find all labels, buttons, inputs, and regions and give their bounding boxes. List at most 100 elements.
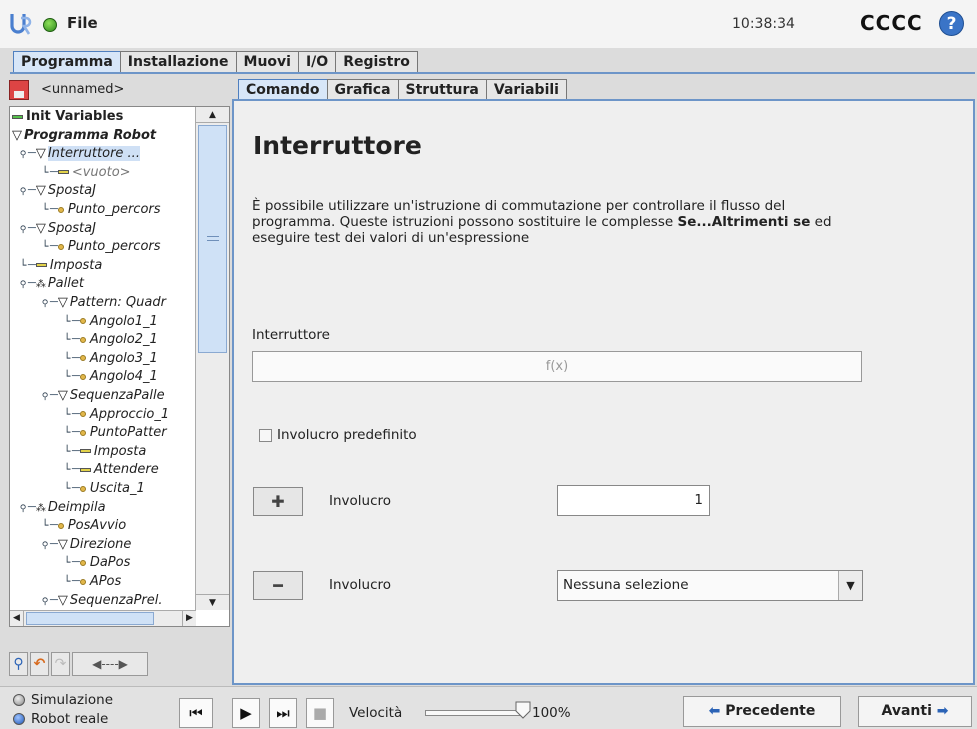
scroll-thumb[interactable] (198, 125, 227, 353)
tab-variabili[interactable]: Variabili (485, 79, 567, 100)
tree-node[interactable]: └ ─ Approccio_1 (62, 406, 169, 424)
tree-line-icon: ─ (28, 257, 36, 273)
next-label: Avanti (881, 703, 932, 719)
program-tree-panel: <unnamed> Init Variables ▽ Programma Robot… (8, 78, 230, 679)
expand-triangle-icon: ▽ (57, 592, 68, 608)
tree-node[interactable]: ⚲ ─▽ SequenzaPalle (40, 387, 165, 405)
tree-node[interactable]: └ ─ Punto_percors (40, 238, 161, 256)
case-select-dropdown[interactable]: Nessuna selezione ▼ (557, 570, 863, 601)
tab-installazione[interactable]: Installazione (119, 51, 237, 73)
mode-simulation-option[interactable]: Simulazione (13, 692, 113, 708)
default-case-checkbox[interactable] (259, 428, 272, 442)
real-robot-radio-icon[interactable] (13, 713, 25, 725)
tree-node[interactable]: └ ─ Angolo2_1 (62, 331, 158, 349)
save-icon[interactable] (9, 80, 29, 100)
expand-triangle-icon: ▽ (35, 183, 46, 199)
play-icon[interactable]: ▶ (232, 698, 260, 728)
tree-node[interactable]: ▽ Programma Robot (12, 127, 156, 145)
waypoint-icon (79, 485, 86, 492)
next-button[interactable]: Avanti ➡ (858, 696, 972, 727)
tree-node[interactable]: Init Variables (12, 108, 123, 126)
speed-slider[interactable] (425, 710, 523, 716)
tab-struttura[interactable]: Struttura (397, 79, 487, 100)
tree-node[interactable]: └ ─ APos (62, 573, 122, 591)
tree-line-icon: ─ (72, 462, 80, 478)
waypoint-icon (79, 578, 86, 585)
add-case-button[interactable]: ✚ (253, 487, 303, 516)
simulation-radio-icon[interactable] (13, 694, 25, 706)
tree-line-icon: ─ (72, 425, 80, 441)
rewind-icon[interactable]: ⏮ (179, 698, 213, 728)
help-icon[interactable]: ? (939, 11, 964, 36)
expand-triangle-icon: ▽ (57, 388, 68, 403)
scroll-thumb[interactable] (26, 612, 154, 625)
default-case-option[interactable]: Involucro predefinito (259, 427, 417, 443)
tree-node-label: <vuoto> (71, 164, 131, 180)
tab-grafica[interactable]: Grafica (326, 79, 399, 100)
tree-node[interactable]: └ ─ <vuoto> (40, 164, 131, 182)
tree-connector-icon: ⚲ (41, 299, 49, 309)
case-value-input[interactable]: 1 (557, 485, 710, 516)
pallet-icon: ⁂ (35, 279, 46, 291)
tree-node[interactable]: └ ─ Punto_percors (40, 201, 161, 219)
tree-node[interactable]: └ ─ Angolo4_1 (62, 368, 158, 386)
tree-node[interactable]: ⚲ ─▽ SpostaJ (18, 220, 96, 238)
tab-muovi[interactable]: Muovi (235, 51, 299, 73)
tree-node[interactable]: ⚲ ─▽ SpostaJ (18, 182, 96, 200)
tree-node-label: SequenzaPalle (69, 388, 165, 403)
expression-field[interactable]: f(x) (252, 351, 862, 382)
step-icon[interactable]: ⏭ (269, 698, 297, 728)
tree-node[interactable]: ⚲ ─▽ Interruttore ... (18, 145, 140, 163)
tree-node[interactable]: └ ─ Imposta (62, 443, 147, 461)
tree-line-icon: ─ (50, 536, 58, 552)
stop-icon[interactable]: ■ (306, 698, 334, 728)
tree-horizontal-scrollbar[interactable]: ◀ ▶ (10, 610, 196, 626)
tree-node[interactable]: ⚲ ─▽ Pattern: Quadr (40, 294, 166, 312)
scroll-up-icon[interactable]: ▲ (196, 107, 229, 123)
tree-node[interactable]: └ ─ Uscita_1 (62, 480, 145, 498)
tab-i-o[interactable]: I/O (297, 51, 337, 73)
tree-node[interactable]: └ ─ Angolo3_1 (62, 350, 158, 368)
tree-connector-icon: └ (19, 258, 27, 272)
tree-connector-icon: └ (41, 519, 49, 533)
scroll-right-icon[interactable]: ▶ (182, 611, 196, 626)
tree-connector-icon: ⚲ (19, 280, 27, 291)
previous-button[interactable]: ⬅ Precedente (683, 696, 841, 727)
tree-node[interactable]: └ ─ PosAvvio (40, 517, 127, 535)
tree-node[interactable]: ⚲ ─▽ SequenzaPrel. (40, 592, 163, 610)
tree-node[interactable]: └ ─ Attendere (62, 461, 159, 479)
search-icon[interactable]: ⚲ (9, 652, 28, 676)
tree-node[interactable]: ⚲ ─⁂ Pallet (18, 275, 84, 293)
tree-node[interactable]: ⚲ ─⁂ Deimpila (18, 499, 106, 517)
move-node-arrows-icon[interactable]: ◀----▶ (72, 652, 148, 676)
tree-connector-icon: └ (63, 556, 71, 570)
command-bar-icon (35, 263, 47, 268)
redo-icon[interactable]: ↷ (51, 652, 70, 676)
tree-vertical-scrollbar[interactable]: ▲ ▼ (195, 107, 229, 610)
tree-node[interactable]: └ ─ DaPos (62, 554, 131, 572)
remove-case-button[interactable]: ━ (253, 571, 303, 600)
scroll-down-icon[interactable]: ▼ (196, 594, 229, 610)
speed-label: Velocità (349, 705, 403, 721)
speed-slider-thumb-icon[interactable] (515, 701, 531, 719)
tab-registro[interactable]: Registro (335, 51, 418, 73)
tree-node[interactable]: ⚲ ─▽ Direzione (40, 536, 132, 554)
waypoint-icon (79, 318, 86, 325)
tab-programma[interactable]: Programma (13, 51, 121, 73)
file-menu[interactable]: File (67, 14, 98, 32)
tree-node[interactable]: └ ─ Imposta (18, 257, 103, 275)
tree-line-icon: ─ (50, 388, 58, 403)
tree-node[interactable]: └ ─ Angolo1_1 (62, 313, 158, 331)
program-tree: Init Variables ▽ Programma Robot ⚲ ─▽ Interru… (9, 106, 230, 627)
chevron-down-icon[interactable]: ▼ (838, 571, 862, 600)
tree-node[interactable]: └ ─ PuntoPatter (62, 424, 167, 442)
command-content: Interruttore È possibile utilizzare un'i… (232, 99, 975, 685)
scroll-left-icon[interactable]: ◀ (10, 611, 24, 626)
case-select-value: Nessuna selezione (563, 577, 689, 593)
tab-comando[interactable]: Comando (238, 79, 328, 100)
undo-icon[interactable]: ↶ (30, 652, 49, 676)
waypoint-icon (57, 206, 64, 213)
tree-line-icon: ─ (72, 369, 80, 385)
switch-expression-label: Interruttore (252, 327, 330, 343)
mode-real-robot-option[interactable]: Robot reale (13, 711, 108, 727)
